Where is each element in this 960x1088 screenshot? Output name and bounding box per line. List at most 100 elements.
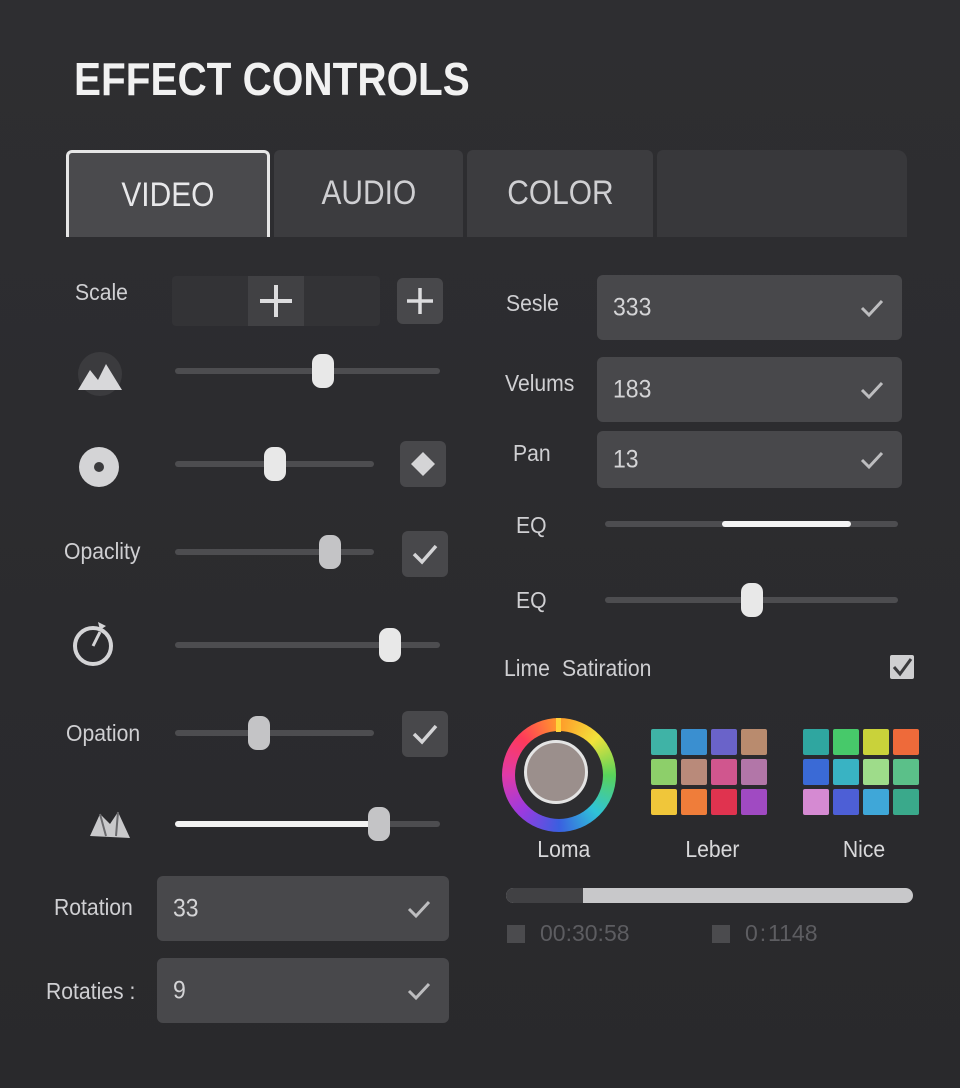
color-swatch[interactable]	[833, 759, 859, 785]
saturation-checkbox[interactable]	[890, 655, 914, 679]
scale-label: Scale	[75, 279, 128, 305]
tab-empty[interactable]	[657, 150, 907, 237]
color-swatch[interactable]	[863, 789, 889, 815]
plus-icon	[407, 288, 433, 314]
opacity-label: Opaclity	[64, 538, 141, 564]
checkmark-icon	[860, 381, 884, 399]
sesle-dropdown[interactable]: 333	[597, 275, 902, 340]
eq2-slider[interactable]	[605, 583, 898, 617]
checkmark-icon	[407, 900, 431, 918]
velums-value: 183	[613, 375, 652, 403]
color-swatch[interactable]	[803, 759, 829, 785]
time-end: 0 : 1148	[745, 920, 818, 946]
diamond-icon	[411, 452, 435, 476]
checkmark-icon	[407, 982, 431, 1000]
opation-slider[interactable]	[175, 716, 374, 750]
sesle-value: 333	[613, 293, 652, 321]
opacity-slider-thumb[interactable]	[319, 535, 342, 569]
plus-icon	[260, 285, 292, 317]
rotaties-dropdown[interactable]: 9	[157, 958, 449, 1023]
color-swatch[interactable]	[651, 789, 677, 815]
checkmark-icon	[412, 724, 438, 745]
color-swatch[interactable]	[711, 729, 737, 755]
color-swatch[interactable]	[651, 759, 677, 785]
rotation-dropdown[interactable]: 33	[157, 876, 449, 941]
color-swatch[interactable]	[863, 759, 889, 785]
tab-video[interactable]: VIDEO	[66, 150, 270, 237]
color-swatch[interactable]	[681, 759, 707, 785]
timer-slider[interactable]	[175, 628, 440, 662]
velums-label: Velums	[505, 370, 575, 396]
opacity-slider[interactable]	[175, 535, 374, 569]
shape-icon	[90, 811, 130, 838]
mountain-icon	[78, 352, 122, 396]
checkmark-icon	[412, 544, 438, 565]
opacity-check-button[interactable]	[402, 531, 448, 577]
color-swatch[interactable]	[711, 789, 737, 815]
scale-add-button[interactable]	[397, 278, 443, 324]
rotaties-value: 9	[173, 976, 186, 1004]
circle-slider[interactable]	[175, 447, 374, 481]
velums-dropdown[interactable]: 183	[597, 357, 902, 422]
swatch-grid-nice[interactable]	[803, 729, 919, 815]
timer-slider-thumb[interactable]	[378, 628, 401, 662]
color-swatch[interactable]	[833, 789, 859, 815]
timer-icon	[73, 622, 113, 666]
time-start: 00:30:58	[540, 920, 630, 946]
color-swatch[interactable]	[711, 759, 737, 785]
color-swatch[interactable]	[651, 729, 677, 755]
wheel-caption: Loma	[537, 836, 591, 862]
checkmark-icon	[892, 658, 913, 677]
color-wheel-knob[interactable]	[524, 740, 588, 804]
scale-increment-button[interactable]	[248, 276, 304, 326]
tab-audio[interactable]: AUDIO	[274, 150, 463, 237]
color-swatch[interactable]	[681, 789, 707, 815]
checkmark-icon	[860, 299, 884, 317]
rotation-label: Rotation	[54, 894, 133, 920]
grid1-caption: Leber	[685, 836, 740, 862]
color-swatch[interactable]	[893, 789, 919, 815]
swatch-grid-leber[interactable]	[651, 729, 767, 815]
color-swatch[interactable]	[681, 729, 707, 755]
color-swatch[interactable]	[741, 729, 767, 755]
eq2-slider-thumb[interactable]	[740, 583, 763, 617]
panel-title: EFFECT CONTROLS	[74, 53, 470, 105]
tab-video-label: VIDEO	[121, 175, 215, 214]
scale-stepper[interactable]	[172, 276, 380, 326]
pan-dropdown[interactable]: 13	[597, 431, 902, 488]
opation-check-button[interactable]	[402, 711, 448, 757]
pan-label: Pan	[513, 440, 551, 466]
record-icon	[79, 447, 119, 487]
shape-slider-fill	[175, 821, 380, 827]
shape-slider-thumb[interactable]	[368, 807, 391, 841]
keyframe-button[interactable]	[400, 441, 446, 487]
checkmark-icon	[860, 451, 884, 469]
color-swatch[interactable]	[833, 729, 859, 755]
shape-slider[interactable]	[175, 807, 440, 841]
color-swatch[interactable]	[741, 789, 767, 815]
color-swatch[interactable]	[803, 789, 829, 815]
saturation-label: Satiration	[562, 655, 652, 681]
eq1-range-fill	[722, 521, 852, 527]
color-swatch[interactable]	[863, 729, 889, 755]
playback-progress[interactable]	[506, 888, 913, 903]
opation-slider-thumb[interactable]	[247, 716, 270, 750]
color-swatch[interactable]	[741, 759, 767, 785]
pan-value: 13	[613, 445, 639, 473]
grid2-caption: Nice	[842, 836, 886, 862]
mountain-slider-thumb[interactable]	[312, 354, 335, 388]
tab-bar: VIDEO AUDIO COLOR	[66, 150, 907, 237]
rotation-value: 33	[173, 894, 199, 922]
color-swatch[interactable]	[803, 729, 829, 755]
color-swatch[interactable]	[893, 759, 919, 785]
color-swatch[interactable]	[893, 729, 919, 755]
tab-color[interactable]: COLOR	[467, 150, 653, 237]
tab-color-label: COLOR	[506, 174, 614, 212]
color-wheel[interactable]	[502, 718, 616, 832]
opation-label: Opation	[66, 720, 141, 746]
eq1-label: EQ	[516, 512, 547, 538]
mountain-slider[interactable]	[175, 354, 440, 388]
rotaties-label: Rotaties :	[46, 978, 136, 1004]
circle-slider-thumb[interactable]	[263, 447, 286, 481]
eq1-range-slider[interactable]	[605, 521, 898, 527]
